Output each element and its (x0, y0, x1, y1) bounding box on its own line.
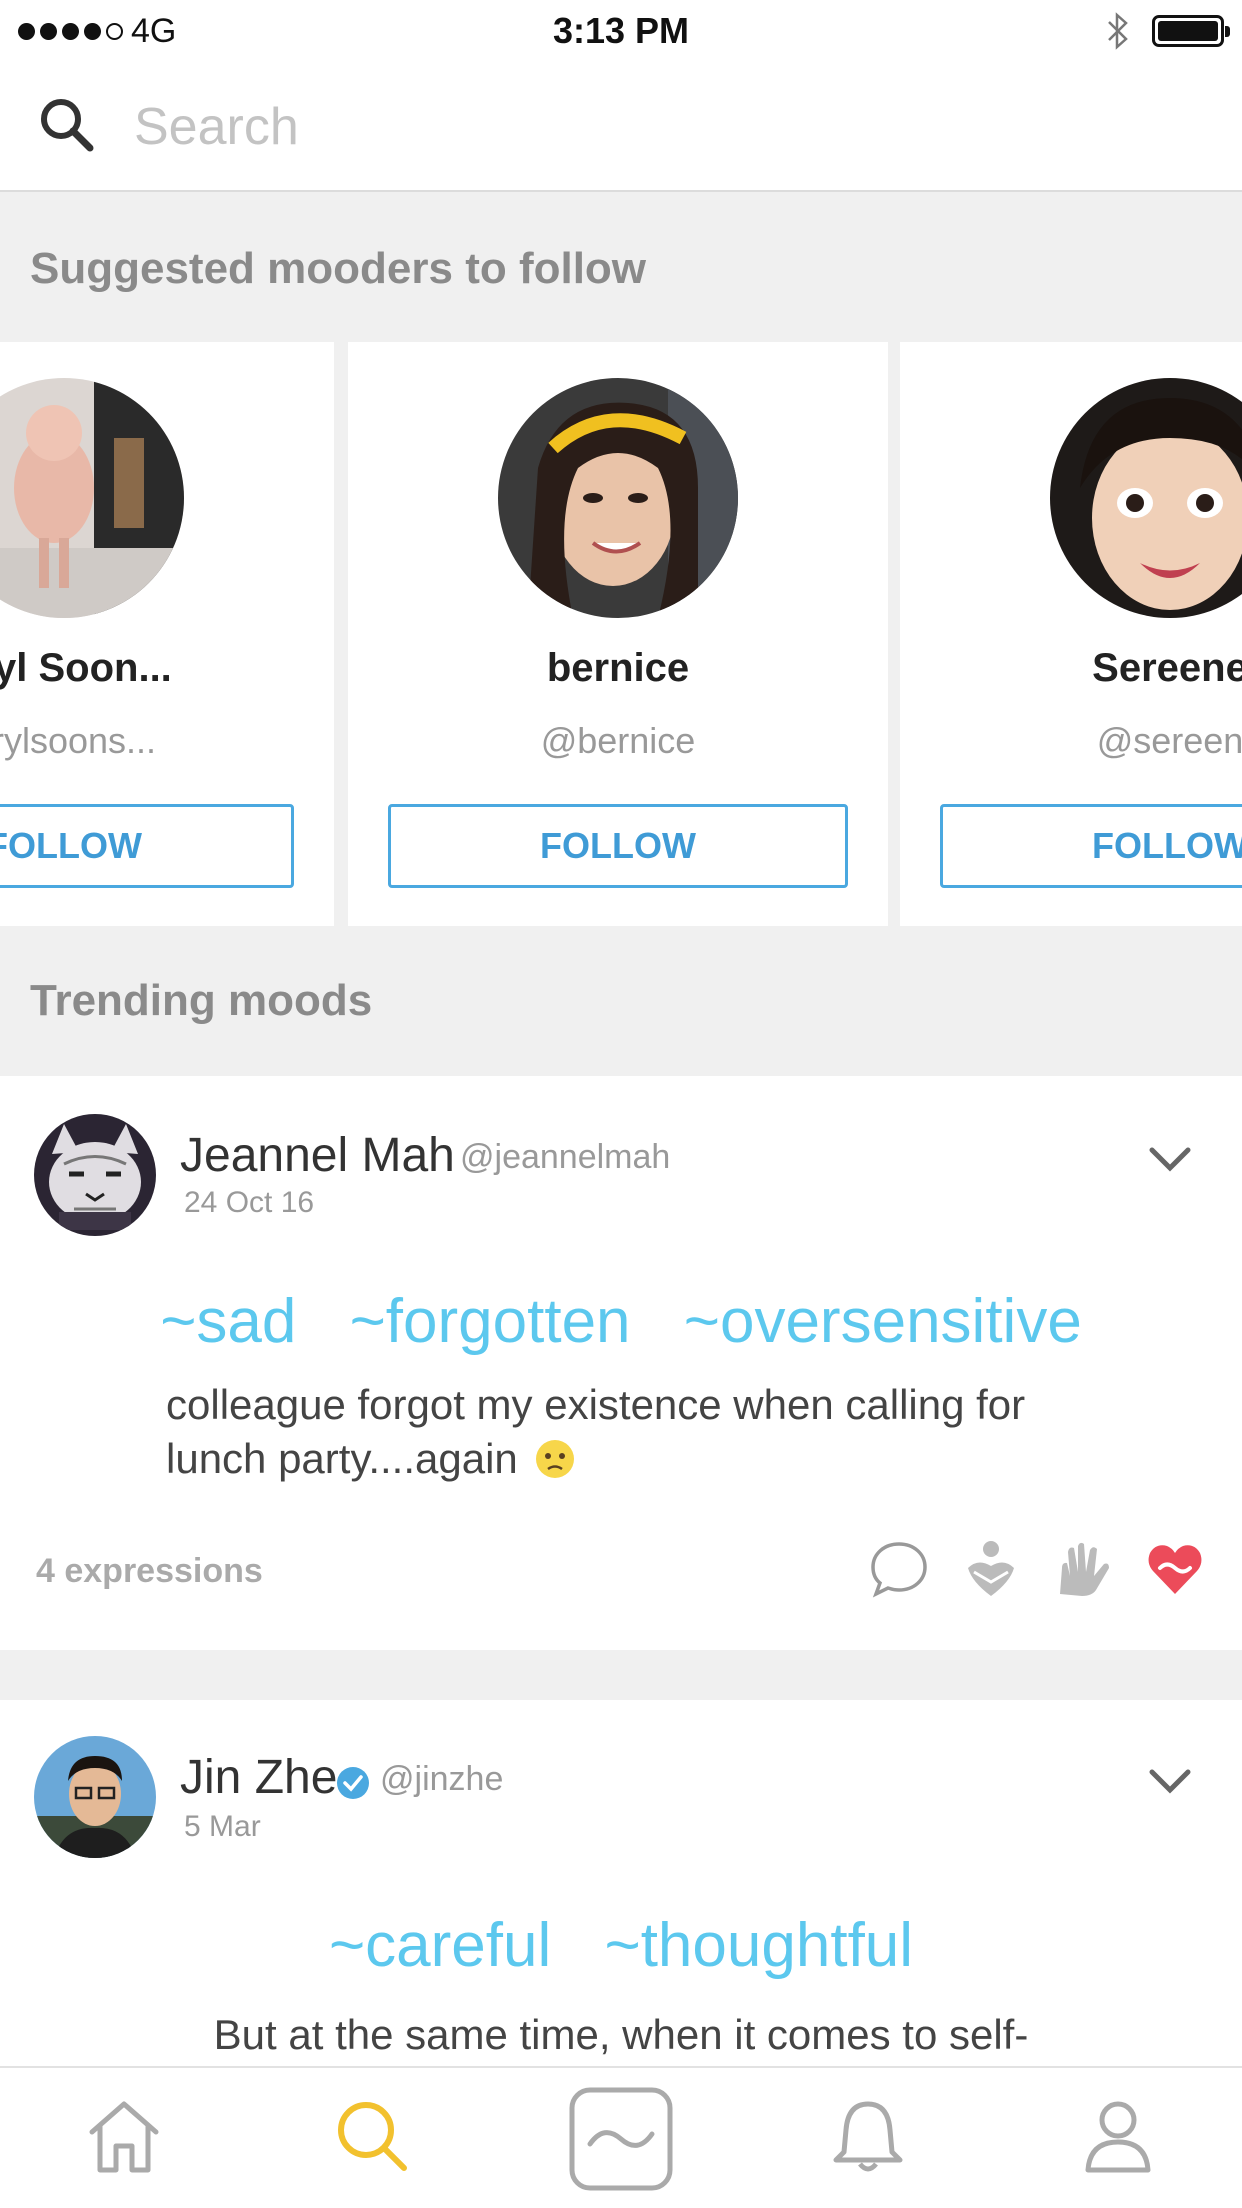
post-author-name[interactable]: Jeannel Mah (180, 1128, 455, 1183)
avatar[interactable] (498, 378, 738, 618)
post-body: colleague forgot my existence when calli… (166, 1378, 1126, 1486)
profile-icon[interactable] (1078, 2096, 1158, 2176)
suggested-card[interactable]: bernice @bernice FOLLOW (348, 342, 888, 926)
mood-post[interactable]: Jeannel Mah @jeannelmah 24 Oct 16 ~sad ~… (0, 1076, 1242, 1650)
post-author-handle[interactable]: @jeannelmah (460, 1138, 670, 1177)
user-name: eryl Soon... (0, 646, 172, 690)
mood-compose-icon[interactable] (568, 2086, 674, 2192)
post-actions (868, 1538, 1206, 1600)
mood-tags: ~careful ~thoughtful (0, 1910, 1242, 1981)
verified-badge-icon (337, 1767, 369, 1799)
search-icon (41, 99, 94, 152)
post-text: But at the same time, when it comes to s… (213, 2011, 1029, 2058)
follow-button[interactable]: FOLLOW (940, 804, 1242, 888)
trending-section-title: Trending moods (30, 976, 373, 1025)
bottom-tab-bar (0, 2066, 1242, 2208)
avatar[interactable] (0, 378, 184, 618)
heart-icon[interactable] (1144, 1538, 1206, 1600)
search-input[interactable] (134, 92, 1194, 162)
follow-button[interactable]: FOLLOW (0, 804, 294, 888)
mood-tags: ~sad ~forgotten ~oversensitive (0, 1286, 1242, 1357)
post-date: 24 Oct 16 (184, 1186, 315, 1219)
post-author-name[interactable]: Jin Zhe (180, 1750, 337, 1805)
search-tab-icon[interactable] (332, 2096, 412, 2176)
status-right (1106, 12, 1230, 50)
suggested-card[interactable]: eryl Soon... erylsoons... FOLLOW (0, 342, 334, 926)
avatar[interactable] (1050, 378, 1242, 618)
chevron-down-icon[interactable] (1148, 1766, 1192, 1796)
expressions-count[interactable]: 4 expressions (36, 1552, 263, 1591)
suggested-carousel[interactable]: eryl Soon... erylsoons... FOLLOW bernice… (0, 342, 1242, 926)
post-date: 5 Mar (184, 1810, 261, 1843)
follow-button[interactable]: FOLLOW (388, 804, 848, 888)
status-time: 3:13 PM (552, 10, 690, 51)
bluetooth-icon (1108, 12, 1128, 50)
post-author-handle[interactable]: @jinzhe (380, 1760, 503, 1799)
home-icon[interactable] (84, 2096, 164, 2176)
battery-icon (1152, 15, 1230, 47)
mood-post[interactable]: Jin Zhe @jinzhe 5 Mar ~careful ~thoughtf… (0, 1700, 1242, 2066)
suggested-card[interactable]: Sereene @sereen FOLLOW (900, 342, 1242, 926)
post-text: colleague forgot my existence when calli… (166, 1381, 1026, 1482)
mood-tag[interactable]: ~careful (329, 1911, 551, 1980)
mood-tag[interactable]: ~thoughtful (605, 1911, 914, 1980)
suggested-section-title: Suggested mooders to follow (30, 244, 647, 293)
mood-tag[interactable]: ~forgotten (350, 1287, 631, 1356)
avatar[interactable] (34, 1114, 156, 1236)
bell-icon[interactable] (828, 2096, 908, 2176)
user-handle: erylsoons... (0, 720, 157, 761)
avatar[interactable] (34, 1736, 156, 1858)
chevron-down-icon[interactable] (1148, 1144, 1192, 1174)
mood-tag[interactable]: ~oversensitive (684, 1287, 1082, 1356)
pat-hand-icon[interactable] (1052, 1538, 1114, 1600)
user-handle: @sereen (1096, 720, 1242, 761)
status-bar: 4G 3:13 PM (0, 0, 1242, 62)
user-handle: @bernice (540, 720, 696, 761)
mood-tag[interactable]: ~sad (160, 1287, 296, 1356)
user-name: bernice (546, 646, 690, 690)
worried-face-icon (536, 1440, 575, 1478)
user-name: Sereene (1092, 646, 1242, 690)
comment-icon[interactable] (868, 1538, 930, 1600)
hug-icon[interactable] (960, 1538, 1022, 1600)
search-bar (0, 62, 1242, 192)
